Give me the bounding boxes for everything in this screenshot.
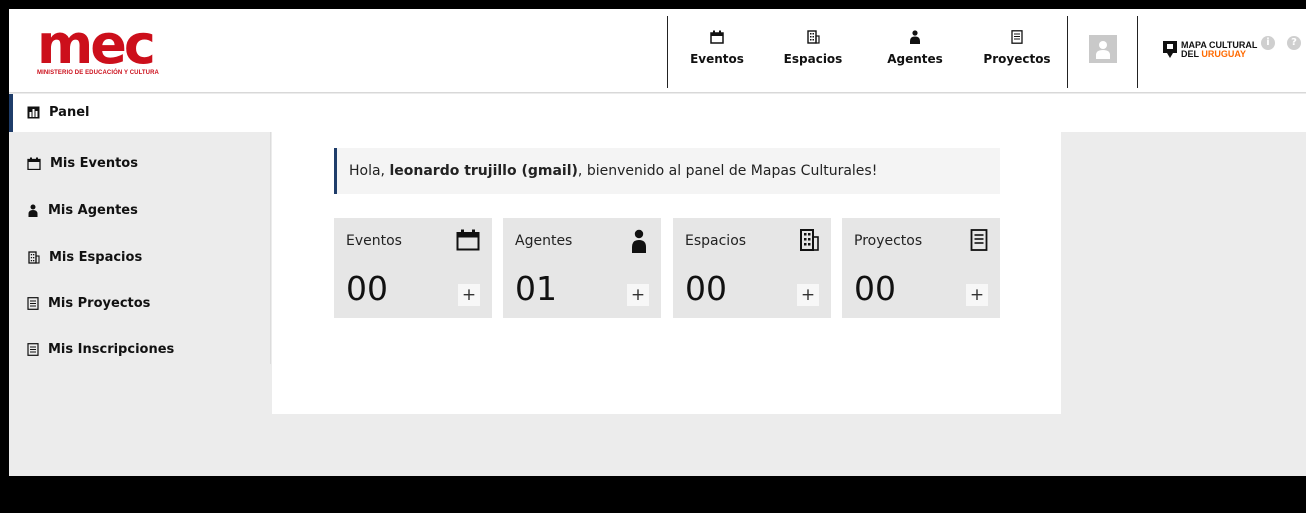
nav-proyectos[interactable]: Proyectos (967, 16, 1067, 91)
add-evento-button[interactable]: + (458, 284, 480, 306)
sidebar-item-panel[interactable]: Panel (27, 102, 89, 122)
user-name: leonardo trujillo (gmail) (389, 163, 578, 179)
brand-line2-accent: URUGUAY (1201, 49, 1247, 59)
mapa-cultural-brand[interactable]: MAPA CULTURAL DEL URUGUAY (1161, 40, 1261, 70)
info-icon[interactable]: i (1261, 36, 1275, 50)
sidebar-item-mis-agentes[interactable]: Mis Agentes (27, 200, 138, 220)
document-icon (27, 342, 39, 356)
card-title: Proyectos (854, 233, 923, 249)
sidebar-item-mis-inscripciones[interactable]: Mis Inscripciones (27, 339, 174, 359)
document-icon (970, 229, 988, 255)
sidebar: Panel Mis Eventos Mis Agentes Mis Espaci… (9, 94, 1306, 364)
card-espacios[interactable]: Espacios 00 + (673, 218, 831, 318)
help-icon[interactable]: ? (1287, 36, 1301, 50)
sidebar-item-mis-eventos[interactable]: Mis Eventos (27, 153, 138, 173)
nav-agentes[interactable]: Agentes (865, 16, 965, 91)
sidebar-item-label: Mis Agentes (48, 202, 138, 218)
calendar-icon (710, 30, 724, 44)
building-icon (28, 250, 40, 264)
person-icon (910, 30, 920, 44)
add-proyecto-button[interactable]: + (966, 284, 988, 306)
sidebar-item-mis-espacios[interactable]: Mis Espacios (27, 247, 142, 267)
top-header: mec MINISTERIO DE EDUCACIÓN Y CULTURA Ev… (9, 9, 1306, 93)
card-count: 00 (685, 269, 727, 308)
map-pin-icon (1163, 41, 1177, 58)
logo-text: mec (37, 13, 156, 76)
sidebar-item-label: Panel (49, 104, 90, 120)
sidebar-item-label: Mis Espacios (49, 249, 143, 265)
card-title: Espacios (685, 233, 747, 249)
card-count: 01 (515, 269, 557, 308)
sidebar-item-label: Mis Eventos (50, 155, 138, 171)
card-agentes[interactable]: Agentes 01 + (503, 218, 661, 318)
logo-subtitle: MINISTERIO DE EDUCACIÓN Y CULTURA (37, 70, 159, 76)
nav-eventos-label: Eventos (690, 52, 744, 66)
person-icon (631, 229, 647, 257)
user-avatar[interactable] (1089, 35, 1117, 63)
card-proyectos[interactable]: Proyectos 00 + (842, 218, 1000, 318)
panel-icon (27, 106, 40, 118)
building-icon (807, 30, 820, 44)
active-indicator (9, 94, 13, 132)
add-espacio-button[interactable]: + (797, 284, 819, 306)
nav-proyectos-label: Proyectos (983, 52, 1051, 66)
mec-logo[interactable]: mec MINISTERIO DE EDUCACIÓN Y CULTURA (37, 13, 187, 78)
person-icon (28, 204, 38, 217)
nav-separator (1067, 16, 1068, 88)
sidebar-item-mis-proyectos[interactable]: Mis Proyectos (27, 293, 150, 313)
sidebar-item-label: Mis Inscripciones (48, 341, 175, 357)
greeting-prefix: Hola, (349, 163, 390, 179)
nav-agentes-label: Agentes (887, 52, 943, 66)
nav-espacios-label: Espacios (783, 52, 843, 66)
user-silhouette-icon (1096, 41, 1110, 59)
calendar-icon (456, 229, 480, 255)
brand-line2: DEL URUGUAY (1181, 49, 1246, 59)
card-eventos[interactable]: Eventos 00 + (334, 218, 492, 318)
welcome-message: Hola, leonardo trujillo (gmail), bienven… (334, 148, 1000, 194)
document-icon (27, 296, 39, 310)
greeting-suffix: , bienvenido al panel de Mapas Culturale… (577, 163, 878, 179)
nav-espacios[interactable]: Espacios (763, 16, 863, 91)
brand-line2-prefix: DEL (1181, 49, 1199, 59)
nav-eventos[interactable]: Eventos (667, 16, 767, 91)
document-icon (1011, 30, 1023, 44)
card-count: 00 (854, 269, 896, 308)
card-title: Eventos (346, 233, 402, 249)
nav-separator (1137, 16, 1138, 88)
app-window: mec MINISTERIO DE EDUCACIÓN Y CULTURA Ev… (9, 9, 1306, 476)
sidebar-item-label: Mis Proyectos (48, 295, 151, 311)
card-count: 00 (346, 269, 388, 308)
sidebar-active-row (9, 94, 1306, 132)
calendar-icon (27, 157, 41, 170)
building-icon (799, 229, 819, 255)
add-agente-button[interactable]: + (627, 284, 649, 306)
card-title: Agentes (515, 233, 573, 249)
